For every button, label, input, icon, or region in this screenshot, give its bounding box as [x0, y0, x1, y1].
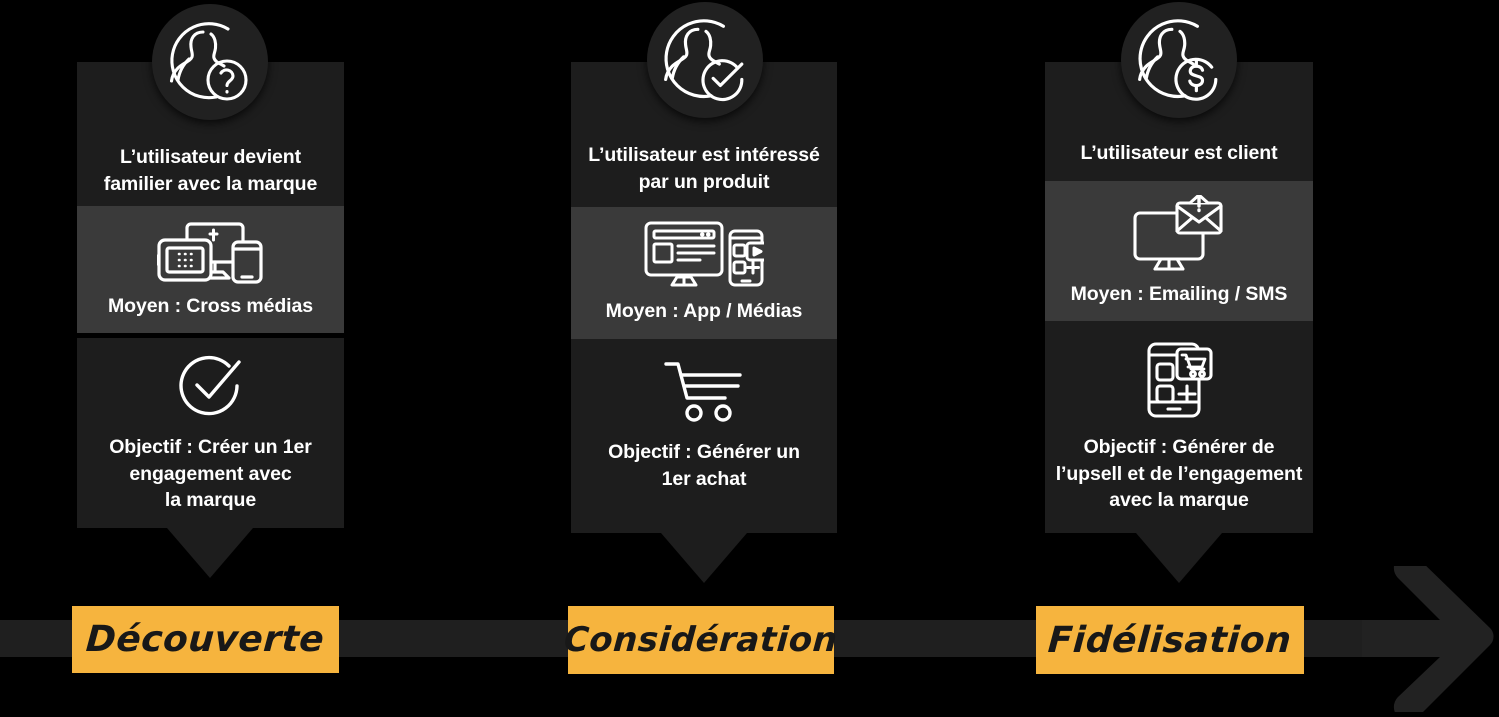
goal-panel-2: Objectif : Générer un 1er achat	[571, 339, 837, 533]
shopping-cart-icon	[579, 339, 829, 423]
goal-text-3: Objectif : Générer de l’upsell et de l’e…	[1055, 436, 1303, 512]
user-question-icon	[152, 4, 268, 120]
stage-label-consideration[interactable]: Considération	[563, 606, 839, 674]
right-arrow-icon	[1362, 553, 1499, 717]
means-text-3: Moyen : Emailing / SMS	[1070, 283, 1288, 305]
stage-label-text-2: Considération	[562, 620, 840, 660]
desktop-mobile-media-icon	[579, 207, 829, 287]
stage-label-text-3: Fidélisation	[1046, 619, 1294, 661]
means-text-1: Moyen : Cross médias	[108, 295, 313, 317]
pointer-2	[661, 533, 747, 583]
state-text-2: L’utilisateur est intéressé par un produ…	[588, 144, 820, 193]
goal-panel-1: Objectif : Créer un 1er engagement avec …	[77, 338, 344, 528]
goal-text-1: Objectif : Créer un 1er engagement avec …	[109, 436, 312, 512]
goal-panel-3: Objectif : Générer de l’upsell et de l’e…	[1045, 321, 1313, 533]
means-panel-3: Moyen : Emailing / SMS	[1045, 181, 1313, 321]
user-dollar-icon	[1121, 2, 1237, 118]
goal-text-2: Objectif : Générer un 1er achat	[608, 441, 800, 490]
cross-media-devices-icon	[85, 206, 336, 284]
check-circle-icon	[85, 338, 336, 420]
means-panel-2: Moyen : App / Médias	[571, 207, 837, 339]
means-panel-1: Moyen : Cross médias	[77, 206, 344, 333]
stage-label-decouverte[interactable]: Découverte	[72, 606, 339, 673]
pointer-1	[167, 528, 253, 578]
desktop-email-icon	[1053, 181, 1305, 271]
state-text-1: L’utilisateur devient familier avec la m…	[103, 146, 318, 195]
state-text-3: L’utilisateur est client	[1080, 142, 1278, 164]
pointer-3	[1136, 533, 1222, 583]
mobile-shopping-icon	[1053, 321, 1305, 421]
diagram-canvas: L’utilisateur devient familier avec la m…	[0, 0, 1499, 717]
stage-label-text-1: Découverte	[84, 619, 327, 660]
means-text-2: Moyen : App / Médias	[605, 300, 803, 322]
stage-label-fidelisation[interactable]: Fidélisation	[1036, 606, 1304, 674]
user-check-icon	[647, 2, 763, 118]
